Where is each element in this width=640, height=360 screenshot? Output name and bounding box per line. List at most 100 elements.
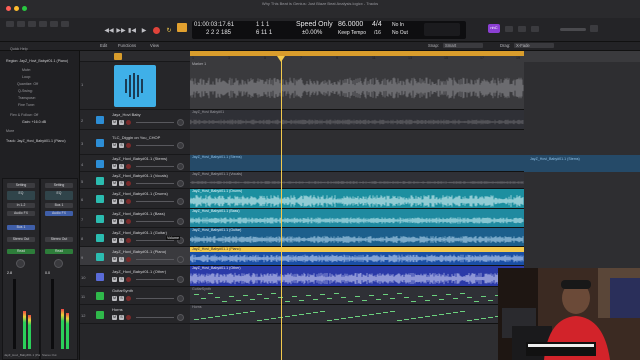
region-param[interactable]: Quantize: Off xyxy=(17,82,38,86)
track-name[interactable]: Jayz_Hovi Baby xyxy=(112,112,141,117)
track-header[interactable]: 9 JayZ_Hovi_Baby#01.1 (Piano) M S xyxy=(80,247,190,266)
audio-fx-slot[interactable]: Audio FX xyxy=(45,211,73,216)
track-name[interactable]: JayZ_Hovi_Baby#01.1 (Other) xyxy=(112,269,166,274)
track-name[interactable]: JayZ_Hovi_Baby#01.1 (Bass) xyxy=(112,211,165,216)
edit-menu[interactable]: Edit xyxy=(100,43,107,48)
mute-button[interactable]: M xyxy=(112,199,117,204)
track-name[interactable]: JayZ_Hovi_Baby#01.1 (Guitar) xyxy=(112,230,167,235)
track-name[interactable]: JayZ_Hovi_Baby#01.1 (Vocals) xyxy=(112,173,168,178)
record-enable-button[interactable] xyxy=(126,257,131,262)
audio-region[interactable]: JayZ_Hovi_Baby#01.1 (Piano) xyxy=(190,247,524,266)
automation-mode[interactable]: Read xyxy=(7,249,35,254)
track-pan-knob[interactable] xyxy=(177,180,184,187)
tuner-button[interactable] xyxy=(424,23,460,36)
track-name[interactable]: TLC_Diggin on You_CHOP xyxy=(112,135,160,140)
mute-button[interactable]: M xyxy=(112,219,117,224)
audio-region[interactable]: JayZ_Hovi_Baby#01.1 (Bass) xyxy=(190,209,524,228)
track-name[interactable]: Horns xyxy=(112,307,123,312)
track-pan-knob[interactable] xyxy=(177,163,184,170)
playhead[interactable] xyxy=(281,56,282,360)
cycle-range[interactable] xyxy=(190,51,524,56)
solo-button[interactable]: S xyxy=(119,219,124,224)
audio-region[interactable]: JayZ_Hovi Baby#01 xyxy=(190,110,524,130)
solo-button[interactable]: S xyxy=(119,143,124,148)
audio-region[interactable]: Horns xyxy=(190,305,524,324)
list-editors-button[interactable] xyxy=(505,26,513,32)
track-volume-slider[interactable] xyxy=(136,166,174,167)
smart-controls-button[interactable] xyxy=(50,21,58,27)
mute-button[interactable]: M xyxy=(112,164,117,169)
mute-button[interactable]: M xyxy=(112,296,117,301)
record-enable-button[interactable] xyxy=(126,199,131,204)
track-volume-slider[interactable] xyxy=(136,259,174,260)
track-header[interactable]: 2 Jayz_Hovi Baby M S xyxy=(80,110,190,130)
track-header[interactable]: 10 JayZ_Hovi_Baby#01.1 (Other) M S xyxy=(80,266,190,287)
mute-button[interactable]: M xyxy=(112,181,117,186)
automation-mode[interactable]: Read xyxy=(45,249,73,254)
record-enable-button[interactable] xyxy=(126,219,131,224)
audio-region[interactable]: JayZ_Hovi_Baby#01.1 (Vocals) xyxy=(190,172,524,189)
quick-help-label[interactable]: Quick Help xyxy=(10,47,28,51)
go-to-start-icon[interactable]: ▮◀ xyxy=(128,28,136,35)
mute-button[interactable]: M xyxy=(112,120,117,125)
volume-fader[interactable] xyxy=(13,279,16,349)
zoom-window-button[interactable] xyxy=(22,6,27,11)
track-pan-knob[interactable] xyxy=(177,119,184,126)
track-pan-knob[interactable] xyxy=(177,198,184,205)
track-name[interactable]: JayZ_Hovi_Baby#01.1 (Piano) xyxy=(112,249,166,254)
eq-thumbnail[interactable]: EQ xyxy=(45,191,73,200)
track-header[interactable]: 3 TLC_Diggin on You_CHOP M S xyxy=(80,130,190,155)
region-param[interactable]: Loop: xyxy=(22,75,31,79)
track-pan-knob[interactable] xyxy=(177,218,184,225)
mute-button[interactable]: M xyxy=(112,277,117,282)
track-inspector-title[interactable]: Track: JayZ_Hovi_Baby#01.1 (Piano) xyxy=(6,139,66,143)
output-slot[interactable]: Stereo Out xyxy=(45,237,73,242)
track-volume-slider[interactable] xyxy=(136,298,174,299)
audio-region[interactable]: GuitarSynth xyxy=(190,287,524,305)
record-enable-button[interactable] xyxy=(126,120,131,125)
time-signature[interactable]: 4/4 xyxy=(372,21,382,28)
track-header[interactable]: 6 JayZ_Hovi_Baby#01.1 (Drums) M S xyxy=(80,189,190,209)
rewind-icon[interactable]: ◀◀ xyxy=(104,28,114,35)
send-slot[interactable]: Bus 1 xyxy=(7,225,35,230)
track-header[interactable]: 12 Horns M S xyxy=(80,305,190,324)
audio-region[interactable]: JayZ_Hovi_Baby#01.1 (Guitar) xyxy=(190,228,524,247)
audio-fx-slot[interactable]: Audio FX xyxy=(7,211,35,216)
setting-button[interactable]: Setting xyxy=(7,183,35,188)
tempo-value[interactable]: 86.0000 xyxy=(338,21,363,28)
region-param[interactable]: Fine Tune: xyxy=(18,103,35,107)
record-enable-button[interactable] xyxy=(126,164,131,169)
track-volume-slider[interactable] xyxy=(136,145,174,146)
master-volume-slider[interactable] xyxy=(560,28,586,31)
solo-button[interactable]: S xyxy=(119,164,124,169)
record-enable-button[interactable] xyxy=(126,238,131,243)
record-enable-button[interactable] xyxy=(126,181,131,186)
solo-button[interactable]: S xyxy=(119,181,124,186)
track-volume-slider[interactable] xyxy=(136,221,174,222)
fast-forward-icon[interactable]: ▶▶ xyxy=(116,28,126,35)
track-header[interactable]: 7 JayZ_Hovi_Baby#01.1 (Bass) M S xyxy=(80,209,190,228)
track-volume-slider[interactable] xyxy=(136,279,174,280)
quick-help-button[interactable] xyxy=(28,21,36,27)
account-badge[interactable]: nhC xyxy=(488,24,500,33)
lcd-display[interactable]: 01:00:03:17.61 2 2 2 185 1 1 1 6 11 1 Sp… xyxy=(192,21,466,39)
audio-region[interactable]: JayZ_Hovi_Baby#01.1 (Drums) xyxy=(190,189,524,209)
solo-button[interactable]: S xyxy=(119,277,124,282)
region-param[interactable]: Mute: xyxy=(22,68,31,72)
solo-button[interactable]: S xyxy=(119,120,124,125)
view-menu[interactable]: View xyxy=(150,43,159,48)
region-param[interactable]: Transpose: xyxy=(18,96,36,100)
track-volume-slider[interactable] xyxy=(136,317,174,318)
close-window-button[interactable] xyxy=(6,6,11,11)
pan-knob[interactable] xyxy=(16,259,25,268)
track-name[interactable]: GuitarSynth xyxy=(112,288,133,293)
solo-button[interactable]: S xyxy=(119,296,124,301)
region-inspector-title[interactable]: Region: JayZ_Hovi_Baby#01.1 (Piano) xyxy=(6,59,68,63)
track-header[interactable]: 1 xyxy=(80,62,190,110)
functions-menu[interactable]: Functions xyxy=(118,43,136,48)
cycle-icon[interactable]: ↻ xyxy=(165,28,173,35)
library-button[interactable] xyxy=(6,21,14,27)
audio-region[interactable]: JayZ_Hovi_Baby#01.1 (Stems) xyxy=(190,155,524,172)
input-slot[interactable]: In 1-2 xyxy=(7,203,35,208)
output-slot[interactable]: Stereo Out xyxy=(7,237,35,242)
